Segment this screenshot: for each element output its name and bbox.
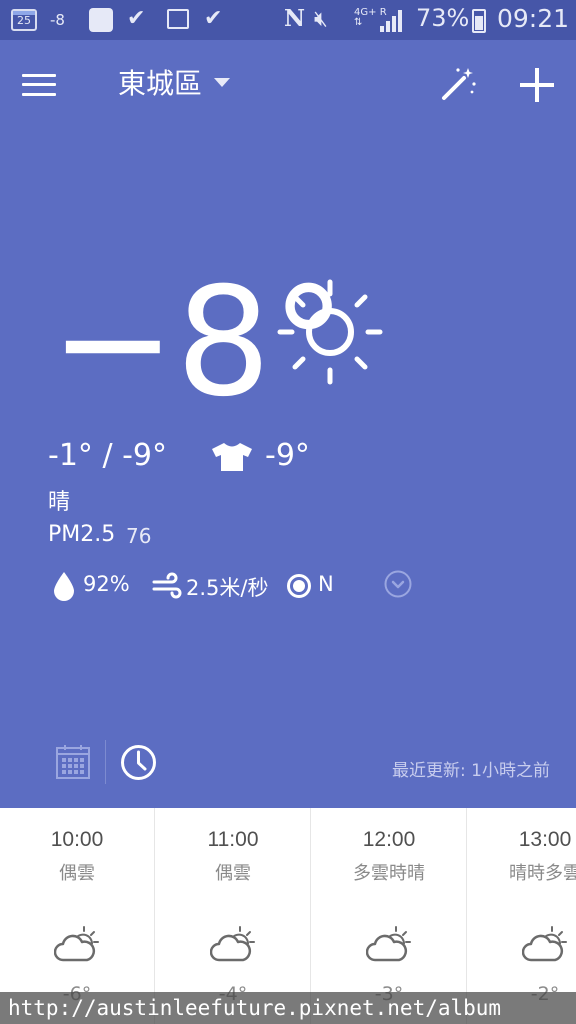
- wind-icon: [152, 572, 182, 599]
- pm25-label: PM2.5: [48, 522, 116, 547]
- partly-cloudy-icon: [210, 926, 255, 962]
- partly-cloudy-icon: [522, 926, 567, 962]
- mute-icon: 🔇︎: [314, 7, 328, 32]
- wind-direction-value: N: [318, 572, 334, 596]
- location-selector[interactable]: 東城區: [118, 62, 202, 102]
- weather-stats: 92% 2.5米/秒 N: [0, 566, 576, 606]
- nfc-icon: N: [284, 5, 306, 32]
- hour-condition: 多雲時晴: [353, 863, 425, 884]
- check-icon: ✔: [204, 6, 223, 31]
- hour-time: 12:00: [362, 828, 416, 851]
- menu-icon[interactable]: [22, 72, 56, 98]
- hour-time: 11:00: [207, 828, 259, 851]
- hour-time: 10:00: [50, 828, 104, 851]
- hour-time: 13:00: [518, 828, 572, 851]
- humidity-drop-icon: [54, 572, 74, 601]
- hour-condition: 偶雲: [59, 863, 95, 884]
- expand-details-icon[interactable]: [384, 570, 412, 598]
- pm25-value: 76: [126, 524, 152, 548]
- wind-direction-icon: [287, 574, 311, 598]
- watermark: http://austinleefuture.pixnet.net/album: [0, 992, 576, 1024]
- magic-wand-icon[interactable]: [438, 64, 478, 104]
- hour-condition: 偶雲: [215, 863, 251, 884]
- divider: [105, 740, 106, 784]
- wifi-notification-icon: [89, 8, 113, 32]
- sun-icon: [277, 279, 383, 385]
- temperature-notification: -8: [50, 11, 65, 29]
- partly-cloudy-icon: [366, 926, 411, 962]
- wind-speed-value: 2.5米/秒: [186, 576, 269, 600]
- weather-condition: 晴: [48, 490, 71, 515]
- partly-cloudy-icon: [54, 926, 99, 962]
- status-bar: 25 -8 ✔ ✔ N 🔇︎ 4G+ R ⇅ 73% 09:21: [0, 0, 576, 40]
- add-icon[interactable]: [520, 68, 554, 102]
- shirt-icon: [212, 443, 252, 471]
- feels-like-temperature: -9°: [265, 438, 310, 473]
- view-switch-bar: 最近更新: 1小時之前: [0, 740, 576, 790]
- humidity-value: 92%: [83, 572, 130, 596]
- check-icon: ✔: [127, 6, 146, 31]
- battery-percent: 73%: [416, 4, 470, 32]
- high-low-temperature: -1° / -9°: [48, 438, 168, 473]
- calendar-notification-icon: 25: [11, 9, 37, 31]
- last-update-text: 最近更新: 1小時之前: [392, 761, 550, 781]
- clock: 09:21: [497, 4, 570, 33]
- chevron-down-icon[interactable]: [214, 78, 230, 87]
- battery-icon: [472, 9, 486, 33]
- image-notification-icon: [167, 9, 189, 29]
- calendar-icon[interactable]: [55, 744, 91, 780]
- signal-strength-icon: [380, 10, 406, 32]
- clock-icon[interactable]: [120, 744, 157, 781]
- hour-condition: 晴時多雲: [509, 863, 576, 884]
